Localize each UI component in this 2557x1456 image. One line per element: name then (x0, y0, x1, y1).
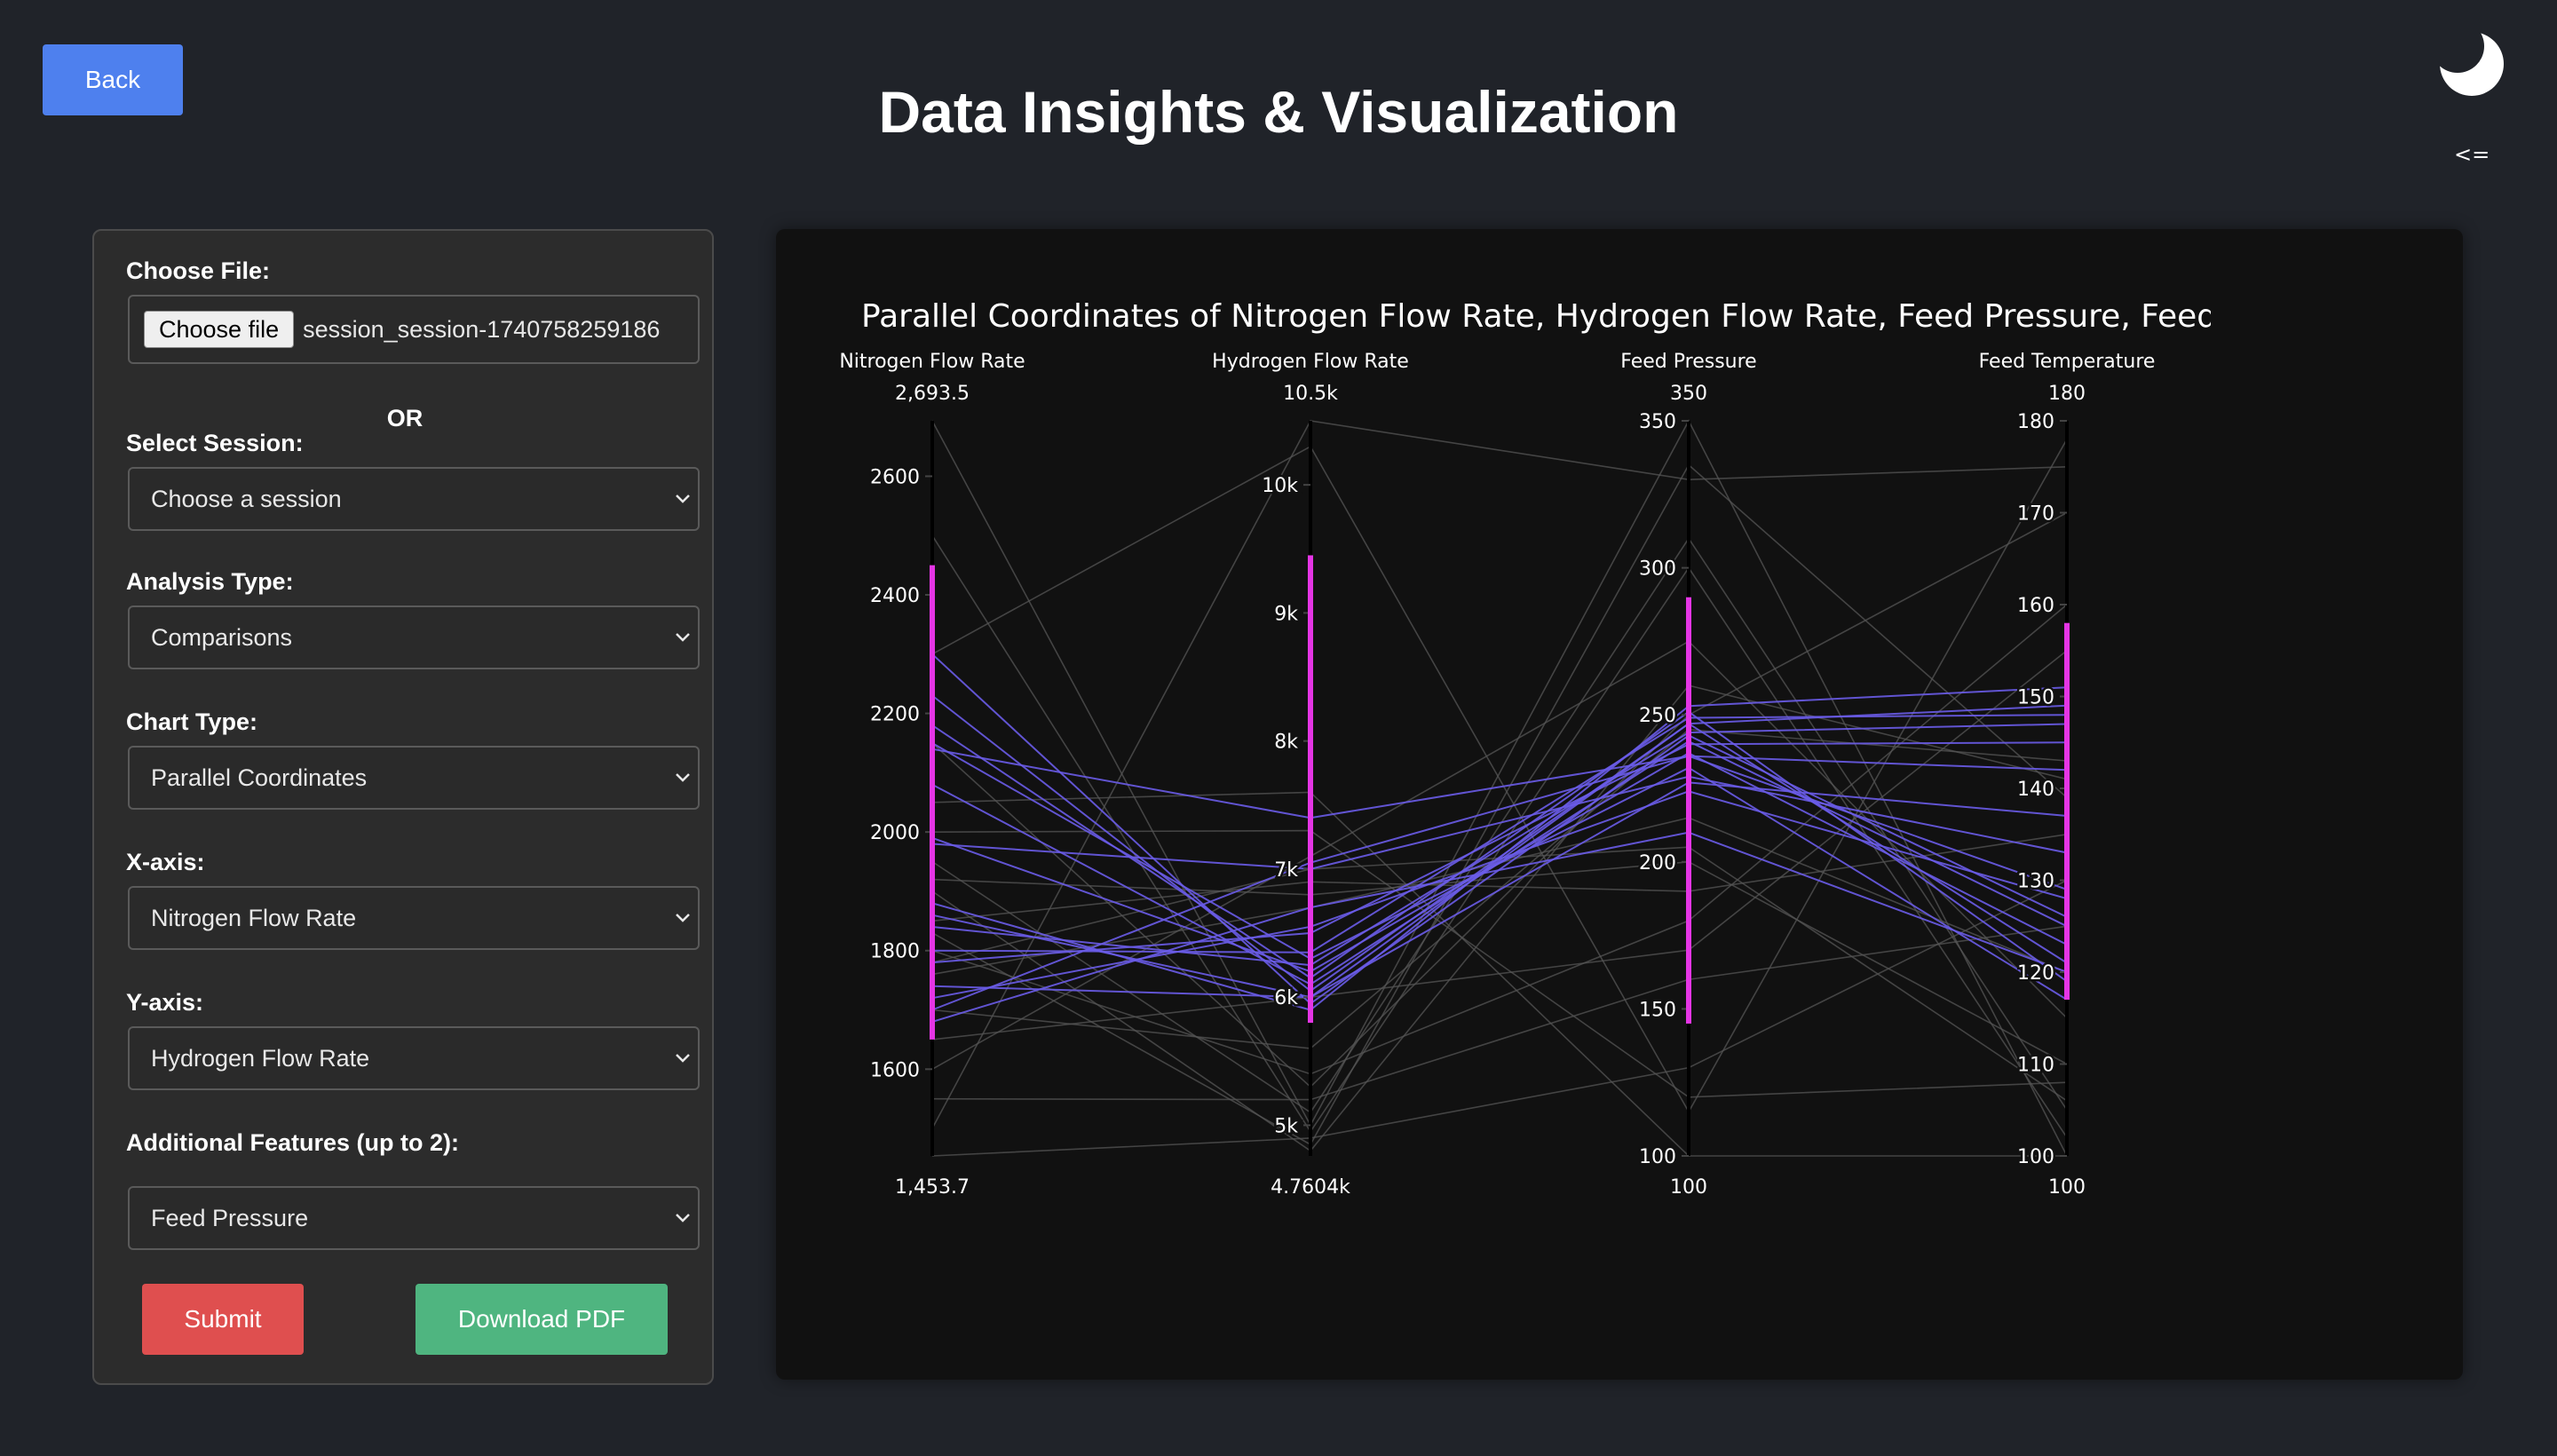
axis-title: Hydrogen Flow Rate (1212, 351, 1409, 373)
axis-range-max: 350 (1670, 383, 1707, 405)
axis-title: Feed Pressure (1620, 351, 1756, 373)
tick-label: 2600 (870, 466, 920, 488)
context-line-17 (931, 879, 2068, 1157)
tick-label: 180 (2017, 411, 2054, 433)
file-input[interactable]: Choose file session_session-174075825918… (128, 295, 700, 364)
chart-type-select[interactable]: Parallel Coordinates (128, 746, 700, 810)
session-select-value: Choose a session (151, 485, 342, 512)
tick-label: 250 (1639, 705, 1676, 727)
chevron-down-icon (676, 773, 690, 782)
axis-range-min: 4.7604k (1271, 1176, 1350, 1199)
tick-label: 110 (2017, 1055, 2054, 1077)
tick-label: 6k (1274, 987, 1298, 1009)
y-axis-label: Y-axis: (126, 989, 204, 1016)
axis-range-min: 100 (1670, 1176, 1707, 1199)
axis-1[interactable]: Hydrogen Flow Rate 10.5k 4.7604k 5k 6k 7k 8k 9k… (1212, 351, 1409, 1199)
analysis-select[interactable]: Comparisons (128, 605, 700, 669)
tick-label: 140 (2017, 779, 2054, 801)
context-line-0 (931, 419, 2068, 1157)
y-axis-select[interactable]: Hydrogen Flow Rate (128, 1026, 700, 1090)
axis-title: Nitrogen Flow Rate (839, 351, 1025, 373)
context-line-6 (931, 860, 2068, 1065)
context-line-16 (931, 420, 2068, 1129)
tick-label: 300 (1639, 558, 1676, 581)
chart-title: Parallel Coordinates of Nitrogen Flow Ra… (861, 298, 2281, 335)
constraint-range-bar[interactable] (1308, 555, 1313, 1024)
context-lines (931, 419, 2068, 1157)
axis-range-max: 180 (2048, 383, 2086, 405)
axis-3[interactable]: Feed Temperature 180 100 100 110 120 130 140 150… (1979, 351, 2156, 1199)
x-axis-select[interactable]: Nitrogen Flow Rate (128, 886, 700, 950)
analysis-select-value: Comparisons (151, 623, 293, 651)
tick-label: 8k (1274, 732, 1298, 754)
features-select-value: Feed Pressure (151, 1204, 309, 1231)
chart-type-select-value: Parallel Coordinates (151, 764, 368, 791)
context-line-1 (931, 534, 2068, 1138)
file-label: Choose File: (126, 257, 271, 284)
features-select[interactable]: Feed Pressure (128, 1186, 700, 1250)
context-line-2 (931, 439, 2068, 1113)
tick-label: 100 (1639, 1146, 1676, 1168)
axis-range-min: 1,453.7 (895, 1176, 970, 1199)
tick-label: 10k (1262, 475, 1298, 497)
context-line-3 (931, 511, 2068, 1088)
download-pdf-button[interactable]: Download PDF (416, 1284, 668, 1355)
parallel-coordinates-chart[interactable]: Nitrogen Flow Rate 2,693.5 1,453.7 1600 1800… (776, 229, 2463, 1380)
x-axis-label: X-axis: (126, 849, 205, 875)
highlighted-lines (931, 653, 2068, 1023)
context-line-7 (931, 684, 2068, 1152)
session-label: Select Session: (126, 430, 304, 456)
y-axis-select-value: Hydrogen Flow Rate (151, 1044, 370, 1072)
highlighted-line-2 (931, 710, 2068, 983)
tick-label: 2000 (870, 822, 920, 844)
highlighted-line-15 (931, 755, 2068, 1011)
chevron-down-icon (676, 914, 690, 922)
page-title: Data Insights & Visualization (878, 79, 1679, 145)
tick-label: 1600 (870, 1059, 920, 1081)
file-name: session_session-1740758259186 (303, 315, 661, 343)
tick-label: 100 (2017, 1146, 2054, 1168)
choose-file-button[interactable]: Choose file (144, 311, 295, 348)
tick-label: 1800 (870, 941, 920, 963)
constraint-range-bar[interactable] (1686, 597, 1691, 1024)
tick-label: 150 (1639, 999, 1676, 1021)
constraint-range-bar[interactable] (2064, 622, 2070, 1001)
analysis-label: Analysis Type: (126, 568, 294, 595)
tick-label: 170 (2017, 503, 2054, 526)
tick-label: 9k (1274, 603, 1298, 625)
tick-label: 200 (1639, 852, 1676, 874)
tick-label: 120 (2017, 962, 2054, 985)
collapse-toggle[interactable]: <= (2454, 142, 2490, 167)
axis-range-max: 10.5k (1283, 383, 1338, 405)
axis-range-min: 100 (2048, 1176, 2086, 1199)
axis-title: Feed Temperature (1979, 351, 2156, 373)
chevron-down-icon (676, 1214, 690, 1223)
highlighted-line-11 (931, 714, 2068, 954)
chevron-down-icon (676, 495, 690, 503)
axis-0[interactable]: Nitrogen Flow Rate 2,693.5 1,453.7 1600 1800… (839, 351, 1025, 1199)
or-divider: OR (386, 405, 424, 431)
features-label: Additional Features (up to 2): (126, 1129, 459, 1156)
moon-icon[interactable] (2436, 27, 2507, 98)
chevron-down-icon (676, 1054, 690, 1063)
chevron-down-icon (676, 633, 690, 642)
controls-panel: Choose File: Choose file session_session… (92, 229, 714, 1385)
tick-label: 350 (1639, 411, 1676, 433)
chart-type-label: Chart Type: (126, 708, 258, 735)
tick-label: 160 (2017, 595, 2054, 617)
x-axis-select-value: Nitrogen Flow Rate (151, 904, 357, 931)
tick-label: 2400 (870, 585, 920, 607)
tick-label: 2200 (870, 704, 920, 726)
chart-card: Nitrogen Flow Rate 2,693.5 1,453.7 1600 1800… (776, 229, 2463, 1380)
tick-label: 150 (2017, 687, 2054, 709)
axis-range-max: 2,693.5 (895, 383, 970, 405)
tick-label: 130 (2017, 871, 2054, 893)
session-select[interactable]: Choose a session (128, 467, 700, 531)
submit-button[interactable]: Submit (142, 1284, 304, 1355)
tick-label: 5k (1274, 1115, 1298, 1137)
highlighted-line-3 (931, 742, 2068, 1001)
constraint-range-bar[interactable] (930, 565, 935, 1040)
tick-label: 7k (1274, 859, 1298, 882)
